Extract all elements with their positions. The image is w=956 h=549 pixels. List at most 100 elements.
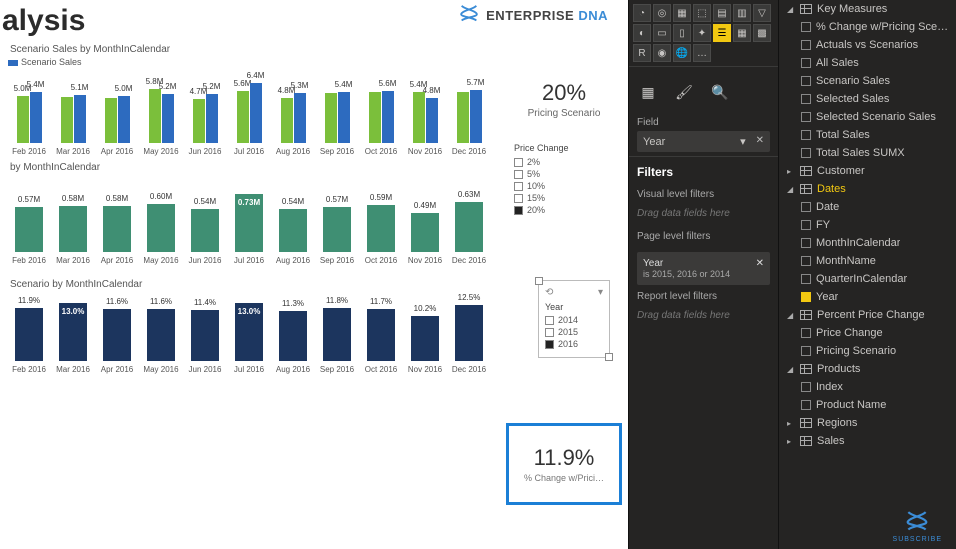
bar[interactable] (105, 98, 117, 143)
percent-change-card[interactable]: 11.9% % Change w/Prici… (506, 423, 622, 505)
page-filter-year[interactable]: Year✕ is 2015, 2016 or 2014 (637, 252, 770, 285)
field-checkbox[interactable] (801, 40, 811, 50)
field-checkbox[interactable] (801, 220, 811, 230)
field-checkbox[interactable] (801, 112, 811, 122)
bar[interactable]: 11.9% (15, 308, 43, 361)
field-node[interactable]: Actuals vs Scenarios (779, 36, 956, 54)
filter-remove-icon[interactable]: ✕ (756, 258, 764, 269)
bar[interactable]: 5.8M (149, 89, 161, 143)
field-checkbox[interactable] (801, 76, 811, 86)
field-node[interactable]: FY (779, 216, 956, 234)
bar[interactable]: 5.4M (30, 92, 42, 143)
bar[interactable]: 11.4% (191, 310, 219, 361)
field-checkbox[interactable] (801, 58, 811, 68)
bar[interactable]: 0.54M (191, 209, 219, 252)
field-node[interactable]: Selected Sales (779, 90, 956, 108)
table-node[interactable]: ◢Products (779, 360, 956, 378)
field-node[interactable]: All Sales (779, 54, 956, 72)
bar[interactable] (61, 97, 73, 143)
field-checkbox[interactable] (801, 256, 811, 266)
field-checkbox[interactable] (801, 400, 811, 410)
slicer-item[interactable]: 2014 (545, 315, 603, 325)
viz-donut-icon[interactable]: ◎ (653, 4, 671, 22)
slicer-dropdown-icon[interactable]: ▾ (598, 287, 603, 298)
bar[interactable]: 4.7M (193, 99, 205, 143)
bar[interactable] (325, 93, 337, 143)
viz-gauge-icon[interactable]: ◐ (633, 24, 651, 42)
format-tab-icon[interactable]: 🖌 (673, 81, 695, 103)
field-node[interactable]: % Change w/Pricing Scenario (779, 18, 956, 36)
bar[interactable]: 5.6M (237, 91, 249, 144)
bar[interactable]: 12.5% (455, 305, 483, 361)
field-checkbox[interactable] (801, 130, 811, 140)
legend-item[interactable]: 5% (514, 169, 614, 179)
slicer-item[interactable]: 2016 (545, 339, 603, 349)
viz-pie-icon[interactable]: ◔ (633, 4, 651, 22)
field-chip-menu-icon[interactable]: ▾ (740, 135, 746, 148)
viz-slicer-icon[interactable]: ☰ (713, 24, 731, 42)
chart-difference[interactable]: by MonthInCalendar 0.57MFeb 20160.58MMar… (8, 162, 490, 265)
viz-multicard-icon[interactable]: ▯ (673, 24, 691, 42)
bar[interactable]: 4.8M (426, 98, 438, 143)
field-node[interactable]: Date (779, 198, 956, 216)
field-chip-year[interactable]: Year ▾✕ (637, 131, 770, 152)
bar[interactable] (457, 92, 469, 143)
field-node[interactable]: Price Change (779, 324, 956, 342)
visual-filters-dropzone[interactable]: Drag data fields here (629, 206, 778, 229)
bar[interactable]: 5.3M (294, 93, 306, 143)
field-node[interactable]: Pricing Scenario (779, 342, 956, 360)
field-node[interactable]: QuarterInCalendar (779, 270, 956, 288)
bar[interactable] (369, 92, 381, 143)
bar[interactable]: 4.8M (281, 98, 293, 143)
field-node[interactable]: Scenario Sales (779, 72, 956, 90)
bar[interactable]: 0.59M (367, 205, 395, 252)
table-node[interactable]: ▸Sales (779, 432, 956, 450)
bar[interactable]: 0.54M (279, 209, 307, 252)
field-node[interactable]: Total Sales SUMX (779, 144, 956, 162)
viz-r-icon[interactable]: R (633, 44, 651, 62)
bar[interactable]: 0.57M (15, 207, 43, 252)
field-node[interactable]: Index (779, 378, 956, 396)
field-checkbox[interactable] (801, 274, 811, 284)
bar[interactable]: 5.2M (206, 94, 218, 143)
field-checkbox[interactable] (801, 328, 811, 338)
bar[interactable]: 5.7M (470, 90, 482, 143)
slicer-item[interactable]: 2015 (545, 327, 603, 337)
bar[interactable]: 13.0% (59, 303, 87, 361)
table-node[interactable]: ◢Key Measures (779, 0, 956, 18)
field-node[interactable]: Year (779, 288, 956, 306)
fields-tab-icon[interactable]: ▦ (637, 81, 659, 103)
field-checkbox[interactable] (801, 148, 811, 158)
bar[interactable]: 10.2% (411, 316, 439, 362)
bar[interactable]: 11.6% (147, 309, 175, 361)
field-node[interactable]: Product Name (779, 396, 956, 414)
field-checkbox[interactable] (801, 346, 811, 356)
bar[interactable]: 5.6M (382, 91, 394, 144)
bar[interactable]: 13.0% (235, 303, 263, 361)
viz-custom-icon[interactable]: … (693, 44, 711, 62)
bar[interactable]: 5.1M (74, 95, 86, 143)
field-checkbox[interactable] (801, 22, 811, 32)
legend-item[interactable]: 20% (514, 205, 614, 215)
bar[interactable]: 0.63M (455, 202, 483, 252)
viz-arcgis-icon[interactable]: ◉ (653, 44, 671, 62)
chart-percent-change[interactable]: Scenario by MonthInCalendar 11.9%Feb 201… (8, 279, 490, 374)
bar[interactable]: 11.3% (279, 311, 307, 361)
field-checkbox[interactable] (801, 202, 811, 212)
table-node[interactable]: ◢Dates (779, 180, 956, 198)
bar[interactable]: 5.0M (118, 96, 130, 143)
analytics-tab-icon[interactable]: 🔍 (709, 81, 731, 103)
bar[interactable]: 6.4M (250, 83, 262, 143)
report-filters-dropzone[interactable]: Drag data fields here (629, 308, 778, 331)
table-node[interactable]: ▸Regions (779, 414, 956, 432)
viz-card-icon[interactable]: ▭ (653, 24, 671, 42)
viz-shape-map-icon[interactable]: ▥ (733, 4, 751, 22)
legend-item[interactable]: 2% (514, 157, 614, 167)
field-chip-remove-icon[interactable]: ✕ (756, 135, 764, 148)
viz-treemap-icon[interactable]: ▦ (673, 4, 691, 22)
viz-matrix-icon[interactable]: ▩ (753, 24, 771, 42)
field-checkbox[interactable] (801, 292, 811, 302)
viz-globe-icon[interactable]: 🌐 (673, 44, 691, 62)
bar[interactable]: 5.2M (162, 94, 174, 143)
table-node[interactable]: ◢Percent Price Change (779, 306, 956, 324)
